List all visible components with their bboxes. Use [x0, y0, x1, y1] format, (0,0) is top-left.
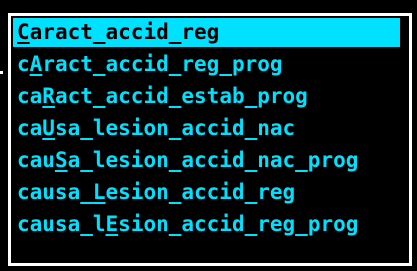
menu-item-text-after: aract_accid_reg	[29, 20, 220, 44]
menu-list: Caract_accid_reg cAract_accid_reg_prog c…	[13, 18, 400, 242]
menu-item-text-after: a_lesion_accid_nac_prog	[67, 148, 359, 172]
menu-item-text-before: causa_l	[17, 212, 106, 236]
menu-item-causa-lesion-accid-reg[interactable]: causa_Lesion_accid_reg	[13, 178, 396, 207]
menu-item-text-before: causa_	[17, 180, 93, 204]
menu-item-text-before: ca	[17, 84, 43, 108]
menu-item-text-after: esion_accid_reg	[105, 180, 296, 204]
menu-item-text-after: ract_accid_reg_prog	[42, 52, 283, 76]
menu-item-text-after: sion_accid_reg_prog	[118, 212, 359, 236]
menu-item-text-before: c	[17, 52, 30, 76]
menu-item-text-after: act_accid_estab_prog	[54, 84, 308, 108]
menu-item-text-after: sa_lesion_accid_nac	[54, 116, 296, 140]
menu-item-hotkey: R	[42, 84, 55, 108]
menu-item-hotkey: L	[92, 180, 106, 204]
menu-item-hotkey: S	[54, 148, 68, 172]
menu-item-caract-accid-estab-prog[interactable]: caRact_accid_estab_prog	[13, 82, 396, 111]
menu-item-caract-accid-reg[interactable]: Caract_accid_reg	[13, 18, 400, 47]
screen: Caract_accid_reg cAract_accid_reg_prog c…	[0, 0, 417, 271]
menu-item-causa-lesion-accid-reg-prog[interactable]: causa_lEsion_accid_reg_prog	[13, 210, 396, 239]
menu-item-text-before: ca	[17, 116, 43, 140]
menu-item-caract-accid-reg-prog[interactable]: cAract_accid_reg_prog	[13, 50, 396, 79]
menu-item-causa-lesion-accid-nac[interactable]: caUsa_lesion_accid_nac	[13, 114, 396, 143]
menu-item-hotkey: C	[17, 20, 30, 44]
menu-item-hotkey: E	[105, 212, 119, 236]
window-edge-marker	[0, 71, 3, 74]
menu-item-hotkey: U	[42, 116, 55, 140]
menu-item-causa-lesion-accid-nac-prog[interactable]: cauSa_lesion_accid_nac_prog	[13, 146, 396, 175]
menu-item-text-before: cau	[17, 148, 55, 172]
menu-item-hotkey: A	[29, 52, 43, 76]
